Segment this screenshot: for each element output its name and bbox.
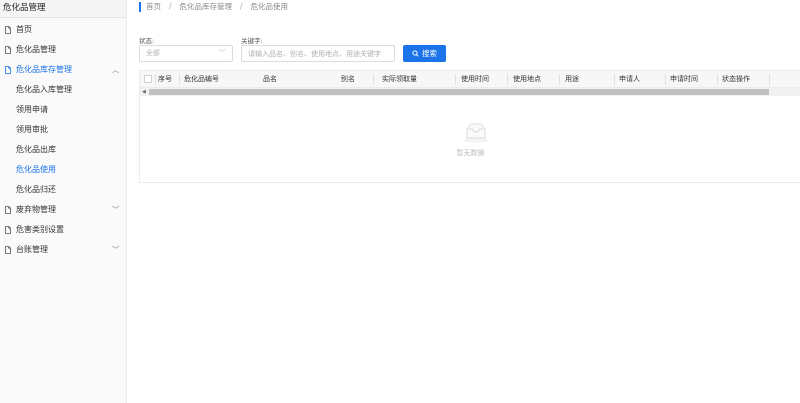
scroll-left-icon[interactable]: ◀ [142,88,146,96]
document-icon [5,246,11,254]
breadcrumb-separator: / [169,2,172,11]
column-divider [507,74,508,85]
column-header-applicant: 申请人 [619,75,640,83]
status-select-value: 全部 [146,49,160,57]
keyword-input[interactable] [241,45,395,62]
breadcrumb-inventory[interactable]: 危化品库存管理 [180,1,233,12]
keyword-label: 关键字: [241,37,263,45]
sidebar-subitem-outbound[interactable]: 危化品出库 [0,140,126,160]
column-header-purpose: 用途 [565,75,579,83]
sidebar-subitem-return[interactable]: 危化品归还 [0,180,126,200]
search-button-label: 搜索 [422,49,437,58]
column-divider [614,74,615,85]
column-header-status-action: 状态操作 [722,75,750,83]
select-all-checkbox[interactable] [144,75,152,83]
search-icon [412,50,419,57]
empty-box-icon [463,123,489,143]
column-divider [179,74,180,85]
sidebar-item-label: 危化品管理 [16,45,56,54]
breadcrumb-home[interactable]: 首页 [146,1,161,12]
status-select[interactable]: 全部 ﹀ [139,45,233,62]
sidebar-item-label: 首页 [16,25,32,34]
column-header-location: 使用地点 [513,75,541,83]
app-root: 危化品管理 首页 危化品管理 危化品库存管理 ︿ 危化品入库管理 领用申请 领用… [0,0,800,403]
column-header-name: 品名 [263,75,277,83]
sidebar-item-chemical-management[interactable]: 危化品管理 [0,40,126,60]
empty-state-text: 暂无数据 [456,149,485,157]
data-table: 序号 危化品编号 品名 别名 实际领取量 使用时间 使用地点 用途 申请人 申请… [139,70,800,183]
sidebar-subitem-request[interactable]: 领用申请 [0,100,126,120]
sidebar-item-inventory-management[interactable]: 危化品库存管理 ︿ [0,60,126,80]
sidebar: 危化品管理 首页 危化品管理 危化品库存管理 ︿ 危化品入库管理 领用申请 领用… [0,0,127,403]
column-header-use-time: 使用时间 [461,75,489,83]
sidebar-title: 危化品管理 [0,0,126,18]
sidebar-item-home[interactable]: 首页 [0,20,126,40]
horizontal-scrollbar[interactable]: ◀ [140,88,800,96]
column-divider [717,74,718,85]
sidebar-subitem-inbound[interactable]: 危化品入库管理 [0,80,126,100]
document-icon [5,66,11,74]
column-divider [665,74,666,85]
chevron-down-icon: ﹀ [219,49,226,57]
column-header-index: 序号 [158,75,172,83]
chevron-down-icon: ﹀ [112,206,119,214]
document-icon [5,226,11,234]
table-header: 序号 危化品编号 品名 别名 实际领取量 使用时间 使用地点 用途 申请人 申请… [140,71,800,88]
breadcrumb-current: 危化品使用 [250,2,289,11]
column-divider [559,74,560,85]
scrollbar-thumb[interactable] [149,89,769,95]
breadcrumb-accent-bar [139,1,141,12]
column-divider [455,74,456,85]
document-icon [5,46,11,54]
column-header-quantity: 实际领取量 [382,75,417,83]
sidebar-item-waste-management[interactable]: 废弃物管理 ﹀ [0,200,126,220]
column-divider [155,74,156,85]
sidebar-item-label: 台账管理 [16,245,48,254]
sidebar-subitem-usage[interactable]: 危化品使用 [0,160,126,180]
sidebar-item-ledger-management[interactable]: 台账管理 ﹀ [0,240,126,260]
document-icon [5,26,11,34]
column-header-code: 危化品编号 [184,75,219,83]
column-divider [373,74,374,85]
breadcrumb: 首页 / 危化品库存管理 / 危化品使用 [139,1,288,12]
breadcrumb-separator: / [240,2,243,11]
status-label: 状态: [139,37,155,45]
chevron-down-icon: ﹀ [112,246,119,254]
search-button[interactable]: 搜索 [403,45,446,62]
sidebar-item-hazard-category[interactable]: 危害类别设置 [0,220,126,240]
document-icon [5,206,11,214]
column-header-apply-time: 申请时间 [670,75,698,83]
sidebar-item-label: 废弃物管理 [16,205,56,214]
sidebar-subitem-approval[interactable]: 领用审批 [0,120,126,140]
sidebar-item-label: 危化品库存管理 [16,65,72,74]
column-header-alias: 别名 [341,75,355,83]
chevron-up-icon: ︿ [112,66,119,74]
column-divider [769,74,770,85]
sidebar-item-label: 危害类别设置 [16,225,64,234]
